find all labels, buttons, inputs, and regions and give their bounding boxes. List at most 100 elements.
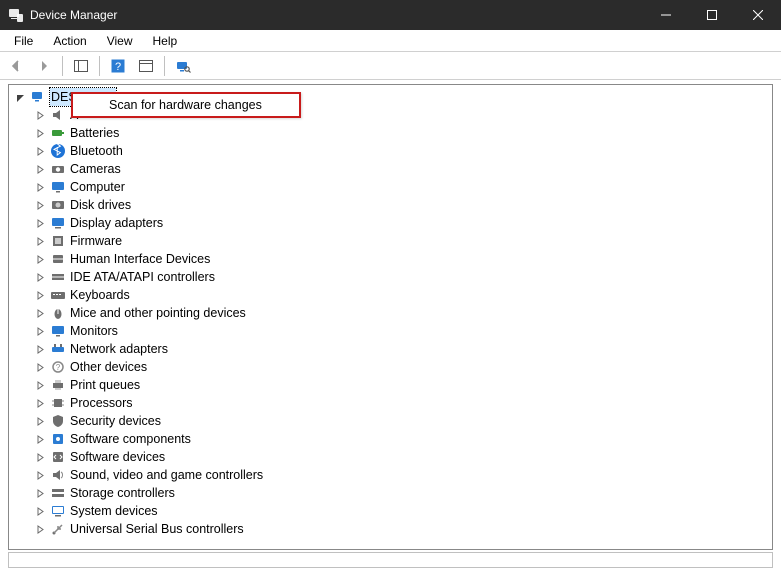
chevron-right-icon[interactable] — [34, 217, 46, 229]
content-frame: DESKTOP-ABatteriesBluetoothCamerasComput… — [8, 84, 773, 550]
battery-icon — [50, 125, 66, 141]
chevron-right-icon[interactable] — [34, 469, 46, 481]
device-tree[interactable]: DESKTOP-ABatteriesBluetoothCamerasComput… — [10, 86, 771, 548]
toolbar-separator — [62, 56, 63, 76]
chevron-right-icon[interactable] — [34, 379, 46, 391]
close-button[interactable] — [735, 0, 781, 30]
titlebar: Device Manager — [0, 0, 781, 30]
tree-node[interactable]: Keyboards — [10, 286, 771, 304]
tree-node[interactable]: Software devices — [10, 448, 771, 466]
tree-node-label: Human Interface Devices — [70, 250, 210, 268]
mouse-icon — [50, 305, 66, 321]
menubar: File Action View Help — [0, 30, 781, 52]
help-button[interactable]: ? — [106, 55, 130, 77]
menu-help[interactable]: Help — [143, 32, 188, 50]
tree-node[interactable]: Software components — [10, 430, 771, 448]
tree-node-label: Network adapters — [70, 340, 168, 358]
bluetooth-icon — [50, 143, 66, 159]
tree-node[interactable]: Computer — [10, 178, 771, 196]
scan-hardware-button[interactable] — [171, 55, 195, 77]
tree-node[interactable]: Display adapters — [10, 214, 771, 232]
svg-text:?: ? — [115, 61, 121, 73]
chevron-right-icon[interactable] — [34, 253, 46, 265]
tree-node[interactable]: Bluetooth — [10, 142, 771, 160]
network-icon — [50, 341, 66, 357]
chevron-right-icon[interactable] — [34, 199, 46, 211]
chevron-right-icon[interactable] — [34, 523, 46, 535]
chevron-right-icon[interactable] — [34, 307, 46, 319]
tree-node-label: Disk drives — [70, 196, 131, 214]
other-icon: ? — [50, 359, 66, 375]
monitor-icon — [50, 179, 66, 195]
chevron-down-icon[interactable] — [14, 91, 26, 103]
device-manager-icon — [8, 7, 24, 23]
properties-button[interactable] — [134, 55, 158, 77]
chevron-right-icon[interactable] — [34, 181, 46, 193]
chevron-right-icon[interactable] — [34, 415, 46, 427]
back-button[interactable] — [4, 55, 28, 77]
toolbar-separator — [164, 56, 165, 76]
forward-button[interactable] — [32, 55, 56, 77]
menu-file[interactable]: File — [4, 32, 43, 50]
tree-node[interactable]: ? Other devices — [10, 358, 771, 376]
tree-node-label: Bluetooth — [70, 142, 123, 160]
tree-node-label: Print queues — [70, 376, 140, 394]
tree-node[interactable]: IDE ATA/ATAPI controllers — [10, 268, 771, 286]
chevron-right-icon[interactable] — [34, 343, 46, 355]
tree-node-label: Firmware — [70, 232, 122, 250]
chevron-right-icon[interactable] — [34, 127, 46, 139]
tree-node[interactable]: Disk drives — [10, 196, 771, 214]
svg-text:?: ? — [56, 363, 61, 372]
tree-node-label: Sound, video and game controllers — [70, 466, 263, 484]
tree-node-label: Monitors — [70, 322, 118, 340]
chevron-right-icon[interactable] — [34, 397, 46, 409]
tree-node[interactable]: System devices — [10, 502, 771, 520]
menu-view[interactable]: View — [97, 32, 143, 50]
system-icon — [50, 503, 66, 519]
menu-action[interactable]: Action — [43, 32, 96, 50]
chevron-right-icon[interactable] — [34, 235, 46, 247]
monitor-icon — [50, 323, 66, 339]
tree-node[interactable]: Cameras — [10, 160, 771, 178]
tree-node-label: Cameras — [70, 160, 121, 178]
chevron-right-icon[interactable] — [34, 505, 46, 517]
tree-node[interactable]: Sound, video and game controllers — [10, 466, 771, 484]
maximize-button[interactable] — [689, 0, 735, 30]
tree-node[interactable]: Monitors — [10, 322, 771, 340]
tree-node-label: Other devices — [70, 358, 147, 376]
security-icon — [50, 413, 66, 429]
tree-node[interactable]: Processors — [10, 394, 771, 412]
swcomp-icon — [50, 431, 66, 447]
tree-node-label: Keyboards — [70, 286, 130, 304]
minimize-button[interactable] — [643, 0, 689, 30]
tree-node-label: Software devices — [70, 448, 165, 466]
context-menu: Scan for hardware changes — [71, 92, 301, 118]
tree-node[interactable]: Universal Serial Bus controllers — [10, 520, 771, 538]
tree-node[interactable]: Firmware — [10, 232, 771, 250]
tree-node-label: Universal Serial Bus controllers — [70, 520, 244, 538]
sound-icon — [50, 467, 66, 483]
chevron-right-icon[interactable] — [34, 289, 46, 301]
chevron-right-icon[interactable] — [34, 433, 46, 445]
tree-node-label: Storage controllers — [70, 484, 175, 502]
tree-node[interactable]: Human Interface Devices — [10, 250, 771, 268]
chevron-right-icon[interactable] — [34, 361, 46, 373]
tree-node[interactable]: Batteries — [10, 124, 771, 142]
tree-node[interactable]: Security devices — [10, 412, 771, 430]
toolbar-separator — [99, 56, 100, 76]
chevron-right-icon[interactable] — [34, 325, 46, 337]
tree-node[interactable]: Mice and other pointing devices — [10, 304, 771, 322]
audio-icon — [50, 107, 66, 123]
chevron-right-icon[interactable] — [34, 271, 46, 283]
chevron-right-icon[interactable] — [34, 109, 46, 121]
chevron-right-icon[interactable] — [34, 163, 46, 175]
context-scan-hardware[interactable]: Scan for hardware changes — [73, 94, 299, 116]
tree-node[interactable]: Print queues — [10, 376, 771, 394]
show-hide-tree-button[interactable] — [69, 55, 93, 77]
tree-node-label: IDE ATA/ATAPI controllers — [70, 268, 215, 286]
chevron-right-icon[interactable] — [34, 487, 46, 499]
tree-node[interactable]: Network adapters — [10, 340, 771, 358]
chevron-right-icon[interactable] — [34, 451, 46, 463]
chevron-right-icon[interactable] — [34, 145, 46, 157]
tree-node[interactable]: Storage controllers — [10, 484, 771, 502]
